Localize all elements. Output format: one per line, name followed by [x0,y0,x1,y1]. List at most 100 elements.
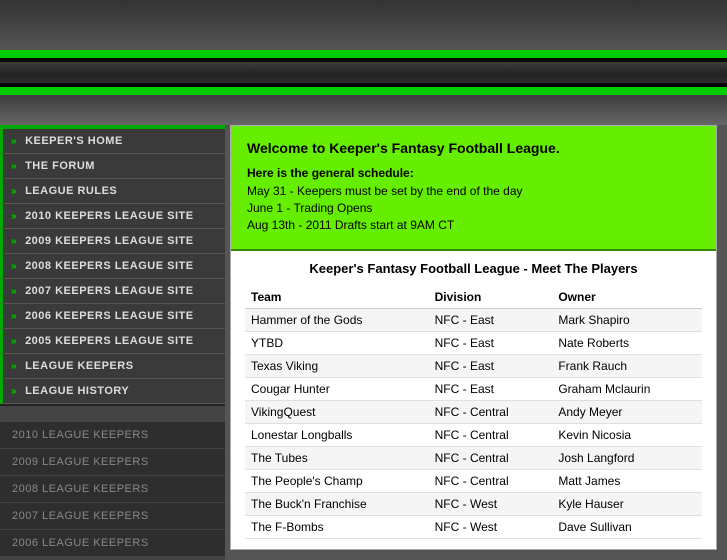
sidebar-item-label: LEAGUE HISTORY [25,385,129,397]
table-cell-team: Cougar Hunter [245,378,429,401]
table-cell-owner: Mark Shapiro [552,309,702,332]
table-cell-division: NFC - East [429,309,553,332]
schedule-item-3: Aug 13th - 2011 Drafts start at 9AM CT [247,218,700,232]
sidebar-item-2007-league-keepers[interactable]: 2007 LEAGUE KEEPERS [0,503,225,530]
players-table-section: Keeper's Fantasy Football League - Meet … [231,251,716,549]
table-row: The People's ChampNFC - CentralMatt Jame… [245,470,702,493]
table-row: The TubesNFC - CentralJosh Langford [245,447,702,470]
chevron-icon: » [11,311,17,322]
sidebar-item-2006-keepers-site[interactable]: » 2006 KEEPERS LEAGUE SITE [0,304,225,329]
sidebar-item-2010-keepers-site[interactable]: » 2010 KEEPERS LEAGUE SITE [0,204,225,229]
schedule-item-1: May 31 - Keepers must be set by the end … [247,184,700,198]
sidebar-item-league-history[interactable]: » LEAGUE HISTORY [0,379,225,404]
table-header-row: Team Division Owner [245,286,702,309]
table-cell-team: Hammer of the Gods [245,309,429,332]
table-cell-owner: Andy Meyer [552,401,702,424]
sidebar-item-2006-league-keepers[interactable]: 2006 LEAGUE KEEPERS [0,530,225,557]
sidebar-item-2008-keepers-site[interactable]: » 2008 KEEPERS LEAGUE SITE [0,254,225,279]
table-row: YTBDNFC - EastNate Roberts [245,332,702,355]
table-cell-owner: Josh Langford [552,447,702,470]
table-cell-owner: Kyle Hauser [552,493,702,516]
black-stripe-bottom [0,83,727,87]
table-cell-owner: Matt James [552,470,702,493]
sidebar-sub-item-label: 2010 LEAGUE KEEPERS [12,429,149,441]
page-wrapper: » KEEPER'S HOME » THE FORUM » LEAGUE RUL… [0,0,727,560]
table-cell-division: NFC - East [429,378,553,401]
table-row: Cougar HunterNFC - EastGraham Mclaurin [245,378,702,401]
sidebar-item-2007-keepers-site[interactable]: » 2007 KEEPERS LEAGUE SITE [0,279,225,304]
table-cell-division: NFC - Central [429,447,553,470]
sidebar-item-label: LEAGUE KEEPERS [25,360,133,372]
table-row: Hammer of the GodsNFC - EastMark Shapiro [245,309,702,332]
table-cell-division: NFC - Central [429,470,553,493]
table-cell-team: VikingQuest [245,401,429,424]
sidebar-item-keepers-home[interactable]: » KEEPER'S HOME [0,129,225,154]
sidebar-item-2005-keepers-site[interactable]: » 2005 KEEPERS LEAGUE SITE [0,329,225,354]
top-banner [0,0,727,125]
sidebar-sub-item-label: 2006 LEAGUE KEEPERS [12,537,149,549]
welcome-title: Welcome to Keeper's Fantasy Football Lea… [247,140,700,156]
sidebar-sub-item-label: 2007 LEAGUE KEEPERS [12,510,149,522]
table-cell-division: NFC - West [429,493,553,516]
table-cell-division: NFC - Central [429,424,553,447]
sidebar-item-2010-league-keepers[interactable]: 2010 LEAGUE KEEPERS [0,422,225,449]
welcome-subtitle: Here is the general schedule: [247,166,700,180]
sidebar-item-label: 2008 KEEPERS LEAGUE SITE [25,260,194,272]
green-stripe-top [0,50,727,58]
chevron-icon: » [11,336,17,347]
table-cell-team: The Tubes [245,447,429,470]
table-cell-division: NFC - West [429,516,553,539]
sidebar-sub-item-label: 2008 LEAGUE KEEPERS [12,483,149,495]
chevron-icon: » [11,161,17,172]
players-table-title: Keeper's Fantasy Football League - Meet … [245,261,702,276]
table-row: Lonestar LongballsNFC - CentralKevin Nic… [245,424,702,447]
table-row: VikingQuestNFC - CentralAndy Meyer [245,401,702,424]
table-cell-owner: Frank Rauch [552,355,702,378]
table-cell-team: YTBD [245,332,429,355]
sidebar-item-the-forum[interactable]: » THE FORUM [0,154,225,179]
table-cell-division: NFC - East [429,332,553,355]
chevron-icon: » [11,261,17,272]
chevron-icon: » [11,211,17,222]
table-row: Texas VikingNFC - EastFrank Rauch [245,355,702,378]
table-cell-team: Lonestar Longballs [245,424,429,447]
sidebar-item-label: KEEPER'S HOME [25,135,123,147]
table-cell-owner: Graham Mclaurin [552,378,702,401]
sidebar-item-league-keepers[interactable]: » LEAGUE KEEPERS [0,354,225,379]
green-stripe-bottom [0,87,727,95]
welcome-box: Welcome to Keeper's Fantasy Football Lea… [231,126,716,251]
schedule-item-2: June 1 - Trading Opens [247,201,700,215]
sidebar-item-label: 2006 KEEPERS LEAGUE SITE [25,310,194,322]
table-cell-team: The Buck'n Franchise [245,493,429,516]
sidebar-item-2008-league-keepers[interactable]: 2008 LEAGUE KEEPERS [0,476,225,503]
chevron-icon: » [11,236,17,247]
table-row: The Buck'n FranchiseNFC - WestKyle Hause… [245,493,702,516]
table-cell-owner: Nate Roberts [552,332,702,355]
table-cell-division: NFC - East [429,355,553,378]
chevron-icon: » [11,136,17,147]
sidebar: » KEEPER'S HOME » THE FORUM » LEAGUE RUL… [0,125,225,560]
sidebar-item-label: THE FORUM [25,160,95,172]
sidebar-item-label: LEAGUE RULES [25,185,117,197]
sidebar-item-league-rules[interactable]: » LEAGUE RULES [0,179,225,204]
table-cell-owner: Dave Sullivan [552,516,702,539]
col-header-team: Team [245,286,429,309]
sidebar-item-2009-league-keepers[interactable]: 2009 LEAGUE KEEPERS [0,449,225,476]
sidebar-item-label: 2009 KEEPERS LEAGUE SITE [25,235,194,247]
table-cell-team: Texas Viking [245,355,429,378]
chevron-icon: » [11,361,17,372]
table-cell-owner: Kevin Nicosia [552,424,702,447]
table-row: The F-BombsNFC - WestDave Sullivan [245,516,702,539]
main-content: » KEEPER'S HOME » THE FORUM » LEAGUE RUL… [0,125,727,560]
col-header-division: Division [429,286,553,309]
black-stripe-top [0,58,727,62]
sidebar-item-2009-keepers-site[interactable]: » 2009 KEEPERS LEAGUE SITE [0,229,225,254]
sidebar-sub-item-label: 2009 LEAGUE KEEPERS [12,456,149,468]
sidebar-item-label: 2007 KEEPERS LEAGUE SITE [25,285,194,297]
players-table: Team Division Owner Hammer of the GodsNF… [245,286,702,539]
content-panel: Welcome to Keeper's Fantasy Football Lea… [230,125,717,550]
chevron-icon: » [11,286,17,297]
sidebar-item-label: 2005 KEEPERS LEAGUE SITE [25,335,194,347]
col-header-owner: Owner [552,286,702,309]
table-cell-team: The People's Champ [245,470,429,493]
